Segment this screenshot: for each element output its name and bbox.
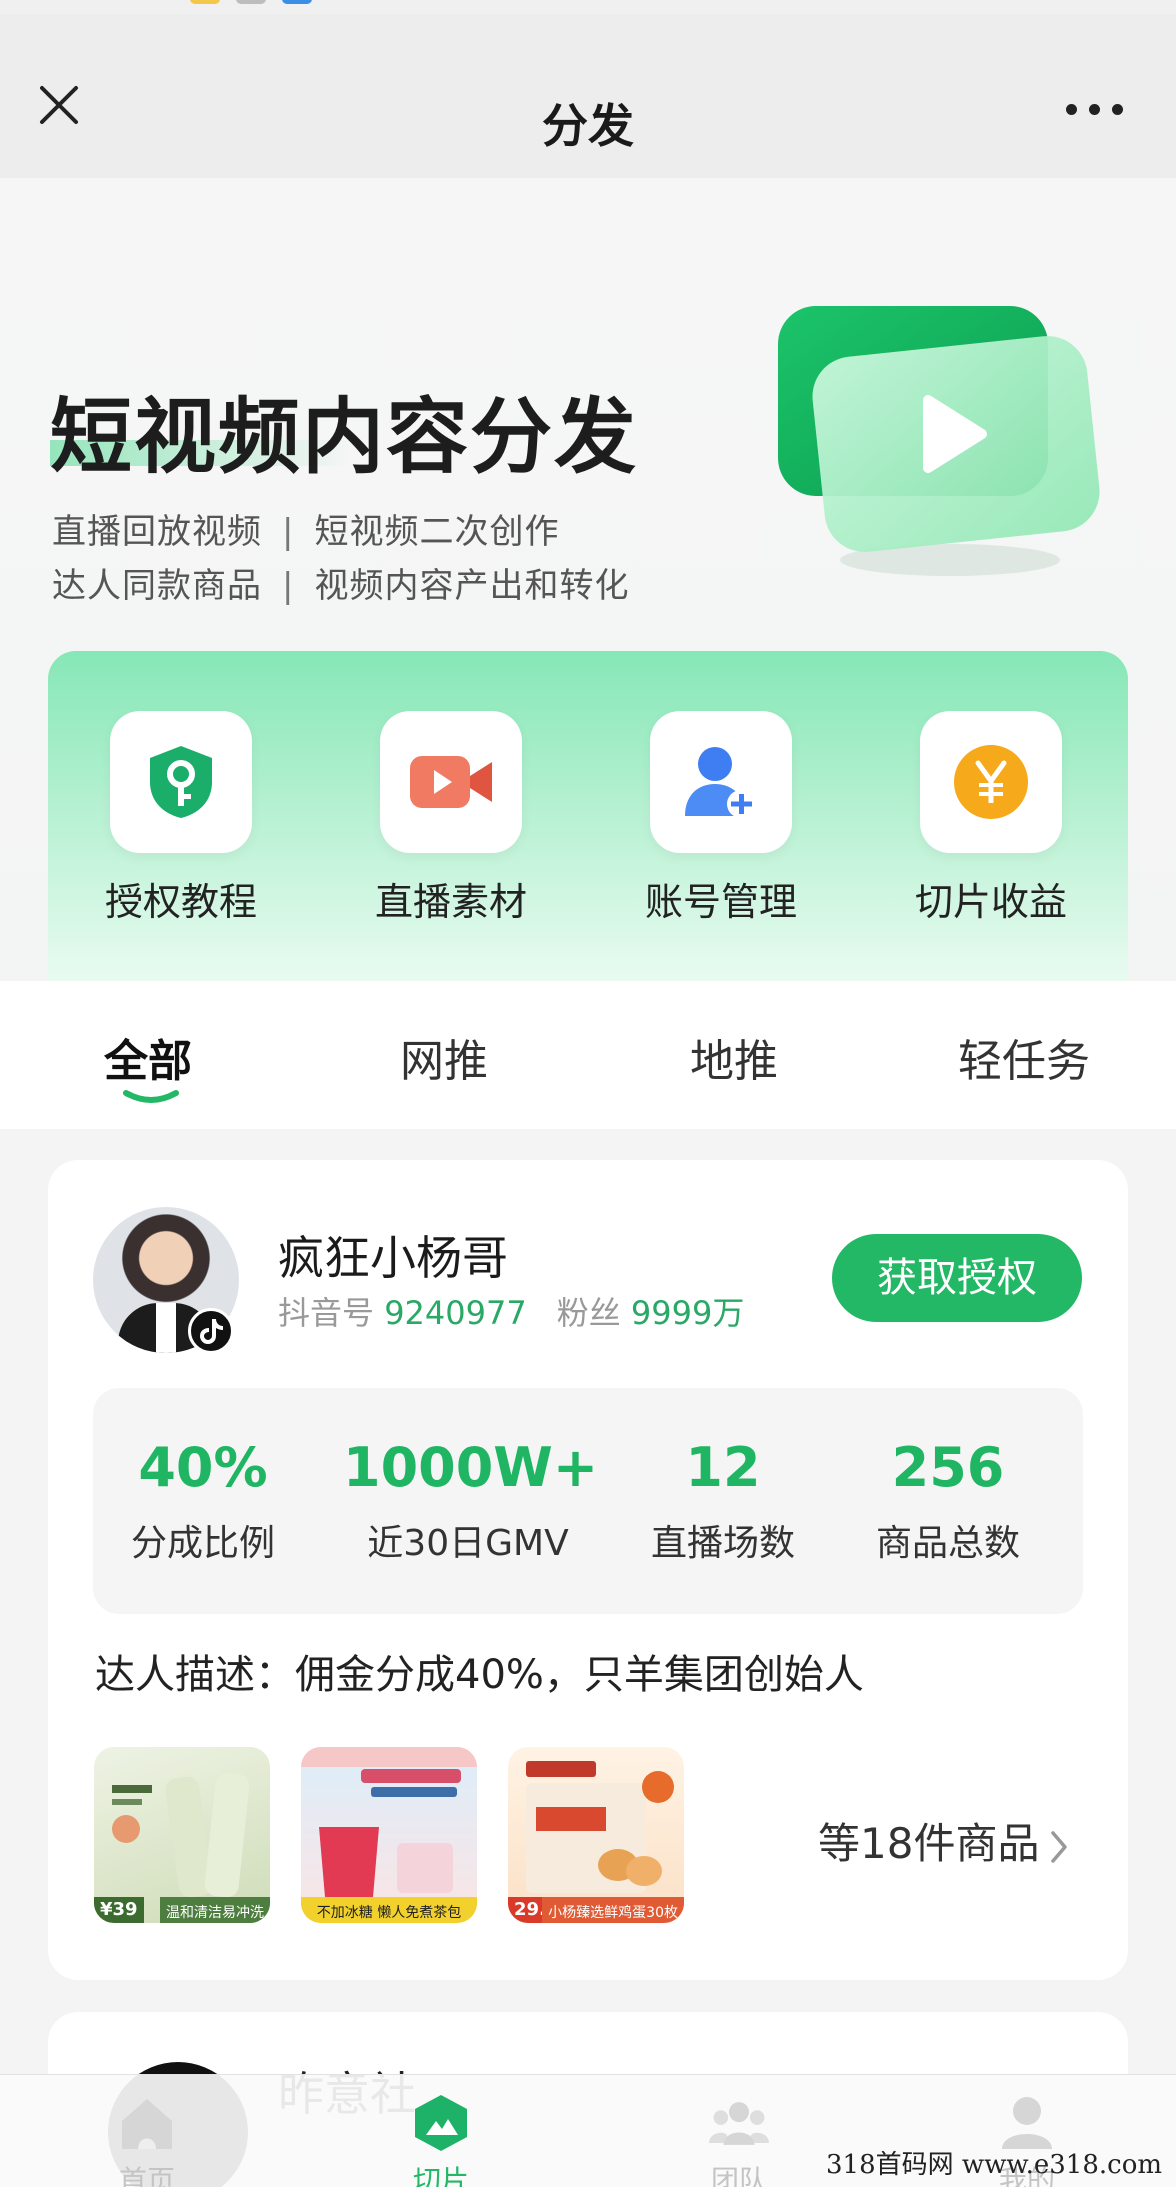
feature-label: 直播素材 [374, 880, 527, 924]
stat-label: 近30日GMV [367, 1523, 569, 1564]
product-price: ¥39 [94, 1897, 144, 1923]
stat-gmv: 1000W+ 近30日GMV [343, 1436, 599, 1566]
tab-light-task[interactable]: 轻任务 [958, 1025, 1090, 1089]
more-icon[interactable] [1066, 104, 1124, 116]
douyin-id: 9240977 [384, 1294, 527, 1332]
stat-value: 40% [138, 1436, 268, 1499]
stat-product-count: 256 商品总数 [858, 1438, 1038, 1566]
video-play-illustration [778, 306, 1100, 576]
notification-icon [190, 0, 220, 4]
tabbar-label: 切片 [412, 2164, 469, 2187]
separator: | [282, 566, 295, 606]
product-thumbnail[interactable]: 29.9 小杨臻选鲜鸡蛋30枚 [508, 1747, 684, 1923]
tabbar-item-slice[interactable]: 切片 [366, 2093, 516, 2187]
stat-label: 商品总数 [875, 1523, 1020, 1564]
feature-label: 账号管理 [644, 880, 797, 924]
hero-text: 达人同款商品 [52, 566, 262, 606]
more-products-link[interactable]: 等18件商品 [818, 1810, 1069, 1871]
mountain-hex-icon [411, 2093, 471, 2153]
hero-text: 视频内容产出和转化 [314, 566, 630, 606]
hero-text: 短视频二次创作 [314, 512, 560, 552]
feature-label: 切片收益 [914, 880, 1067, 924]
notification-icon [236, 0, 266, 4]
team-icon [709, 2093, 769, 2153]
category-tabs: 全部 网推 地推 轻任务 [0, 981, 1176, 1129]
hero-subtitle-2: 达人同款商品 | 视频内容产出和转化 [52, 558, 629, 607]
tab-online-promo[interactable]: 网推 [400, 1025, 488, 1089]
stat-value: 12 [685, 1436, 761, 1499]
feature-live-material[interactable]: 直播素材 [361, 711, 541, 926]
user-add-icon [650, 711, 792, 853]
feature-account-manage[interactable]: 账号管理 [631, 711, 811, 926]
product-thumbnail[interactable]: 不加冰糖 懒人免煮茶包 [301, 1747, 477, 1923]
yen-coin-icon [920, 711, 1062, 853]
chevron-right-icon [1051, 1830, 1068, 1863]
stat-live-count: 12 直播场数 [633, 1438, 813, 1566]
creator-meta: 抖音号 9240977 粉丝 9999万 [278, 1288, 744, 1334]
tabbar-item-home[interactable]: 首页 [72, 2093, 222, 2187]
creator-name: 疯狂小杨哥 [278, 1231, 508, 1285]
shield-key-icon [110, 711, 252, 853]
product-caption: 小杨臻选鲜鸡蛋30枚 [542, 1897, 684, 1923]
feature-label: 授权教程 [104, 880, 257, 924]
stat-value: 256 [891, 1436, 1005, 1499]
stat-value: 1000W+ [343, 1436, 599, 1499]
tabbar-item-team[interactable]: 团队 [664, 2093, 814, 2187]
notification-icon [282, 0, 312, 4]
get-authorization-button[interactable]: 获取授权 [832, 1234, 1082, 1322]
fans-label: 粉丝 [556, 1294, 621, 1332]
creator-card[interactable]: 疯狂小杨哥 抖音号 9240977 粉丝 9999万 获取授权 40% 分成比例 … [48, 1160, 1128, 1980]
stat-label: 分成比例 [130, 1523, 275, 1564]
product-thumbnail[interactable]: ¥39 温和清洁易冲洗 [94, 1747, 270, 1923]
hero-subtitle-1: 直播回放视频 | 短视频二次创作 [52, 504, 559, 553]
creator-description: 达人描述：佣金分成40%，只羊集团创始人 [95, 1652, 864, 1698]
tab-all[interactable]: 全部 [104, 1025, 192, 1089]
feature-panel: 授权教程 直播素材 账号管理 切片收益 [48, 651, 1128, 981]
tab-offline-promo[interactable]: 地推 [690, 1025, 778, 1089]
feature-auth-tutorial[interactable]: 授权教程 [91, 711, 271, 926]
page-title: 分发 [542, 99, 634, 153]
stat-label: 直播场数 [650, 1523, 795, 1564]
douyin-id-label: 抖音号 [278, 1294, 375, 1332]
stat-commission: 40% 分成比例 [123, 1438, 283, 1566]
product-caption: 不加冰糖 懒人免煮茶包 [301, 1897, 477, 1923]
more-products-label: 等18件商品 [818, 1819, 1040, 1868]
watermark: 318首码网 www.e318.com [826, 2150, 1162, 2180]
tab-indicator [123, 1090, 179, 1103]
feature-slice-income[interactable]: 切片收益 [901, 711, 1081, 926]
product-caption: 温和清洁易冲洗 [160, 1897, 270, 1923]
separator: | [282, 512, 295, 552]
nav-bar: 分发 [0, 14, 1176, 178]
hero-title: 短视频内容分发 [50, 390, 639, 485]
status-bar [0, 0, 1176, 14]
tabbar-label: 首页 [118, 2164, 175, 2187]
douyin-icon [188, 1308, 234, 1354]
tabbar-label: 团队 [710, 2164, 767, 2187]
home-icon [117, 2093, 177, 2153]
fans-count: 9999万 [630, 1294, 745, 1332]
stats-panel: 40% 分成比例 1000W+ 近30日GMV 12 直播场数 256 商品总数 [93, 1388, 1083, 1614]
video-camera-icon [380, 711, 522, 853]
hero-text: 直播回放视频 [52, 512, 262, 552]
